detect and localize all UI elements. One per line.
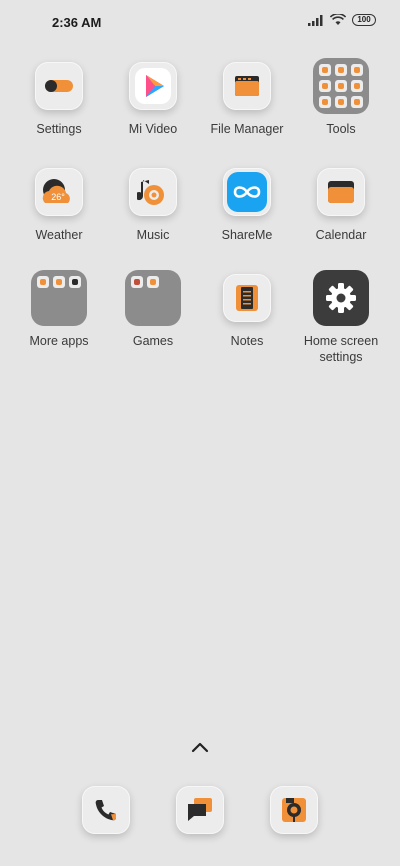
app-more-apps[interactable]: More apps xyxy=(12,269,106,365)
dock-messages[interactable] xyxy=(176,786,224,834)
calendar-icon xyxy=(317,168,365,216)
app-label: Home screen settings xyxy=(303,334,379,364)
status-time: 2:36 AM xyxy=(52,15,102,30)
messages-icon xyxy=(188,798,212,821)
app-notes[interactable]: Notes xyxy=(200,269,294,365)
app-label: Calendar xyxy=(315,228,367,242)
more-apps-folder-icon xyxy=(31,270,87,326)
gear-icon xyxy=(313,270,369,326)
app-label: Weather xyxy=(35,228,83,242)
weather-icon: 26° xyxy=(35,168,83,216)
app-file-manager[interactable]: File Manager xyxy=(200,57,294,137)
dock-camera[interactable] xyxy=(270,786,318,834)
app-games[interactable]: Games xyxy=(106,269,200,365)
app-shareme[interactable]: ShareMe xyxy=(200,163,294,243)
app-label: Notes xyxy=(230,334,264,348)
wifi-icon xyxy=(330,14,346,25)
signal-icon xyxy=(308,15,323,26)
notes-icon xyxy=(223,274,271,322)
app-calendar[interactable]: Calendar xyxy=(294,163,388,243)
app-label: More apps xyxy=(29,334,89,348)
weather-temp: 26° xyxy=(51,192,65,202)
camera-icon xyxy=(282,798,306,822)
dock-phone[interactable] xyxy=(82,786,130,834)
folder-icon xyxy=(223,62,271,110)
games-folder-icon xyxy=(125,270,181,326)
app-label: Tools xyxy=(326,122,356,136)
battery-indicator: 100 xyxy=(352,14,376,26)
chevron-up-icon[interactable] xyxy=(190,740,210,754)
tools-folder-icon xyxy=(313,58,369,114)
status-bar: 2:36 AM 100 xyxy=(0,0,400,44)
settings-icon xyxy=(35,62,83,110)
app-label: Settings xyxy=(36,122,82,136)
app-mi-video[interactable]: Mi Video xyxy=(106,57,200,137)
app-weather[interactable]: 26° Weather xyxy=(12,163,106,243)
music-icon xyxy=(129,168,177,216)
mi-video-icon xyxy=(129,62,177,110)
app-row: Settings Mi Video File Manager Tools xyxy=(12,57,388,137)
app-settings[interactable]: Settings xyxy=(12,57,106,137)
app-row: More apps Games Notes Home screen settin… xyxy=(12,269,388,365)
app-label: Music xyxy=(136,228,170,242)
app-tools[interactable]: Tools xyxy=(294,57,388,137)
app-row: 26° Weather Music ShareMe Calendar xyxy=(12,163,388,243)
phone-icon xyxy=(95,800,116,821)
app-home-screen-settings[interactable]: Home screen settings xyxy=(294,269,388,365)
app-grid: Settings Mi Video File Manager Tools 26°… xyxy=(12,57,388,391)
app-label: ShareMe xyxy=(221,228,273,242)
shareme-icon xyxy=(223,168,271,216)
app-label: Mi Video xyxy=(128,122,178,136)
app-label: File Manager xyxy=(210,122,284,136)
app-label: Games xyxy=(132,334,174,348)
app-music[interactable]: Music xyxy=(106,163,200,243)
status-icons: 100 xyxy=(308,14,376,26)
dock xyxy=(0,786,400,834)
